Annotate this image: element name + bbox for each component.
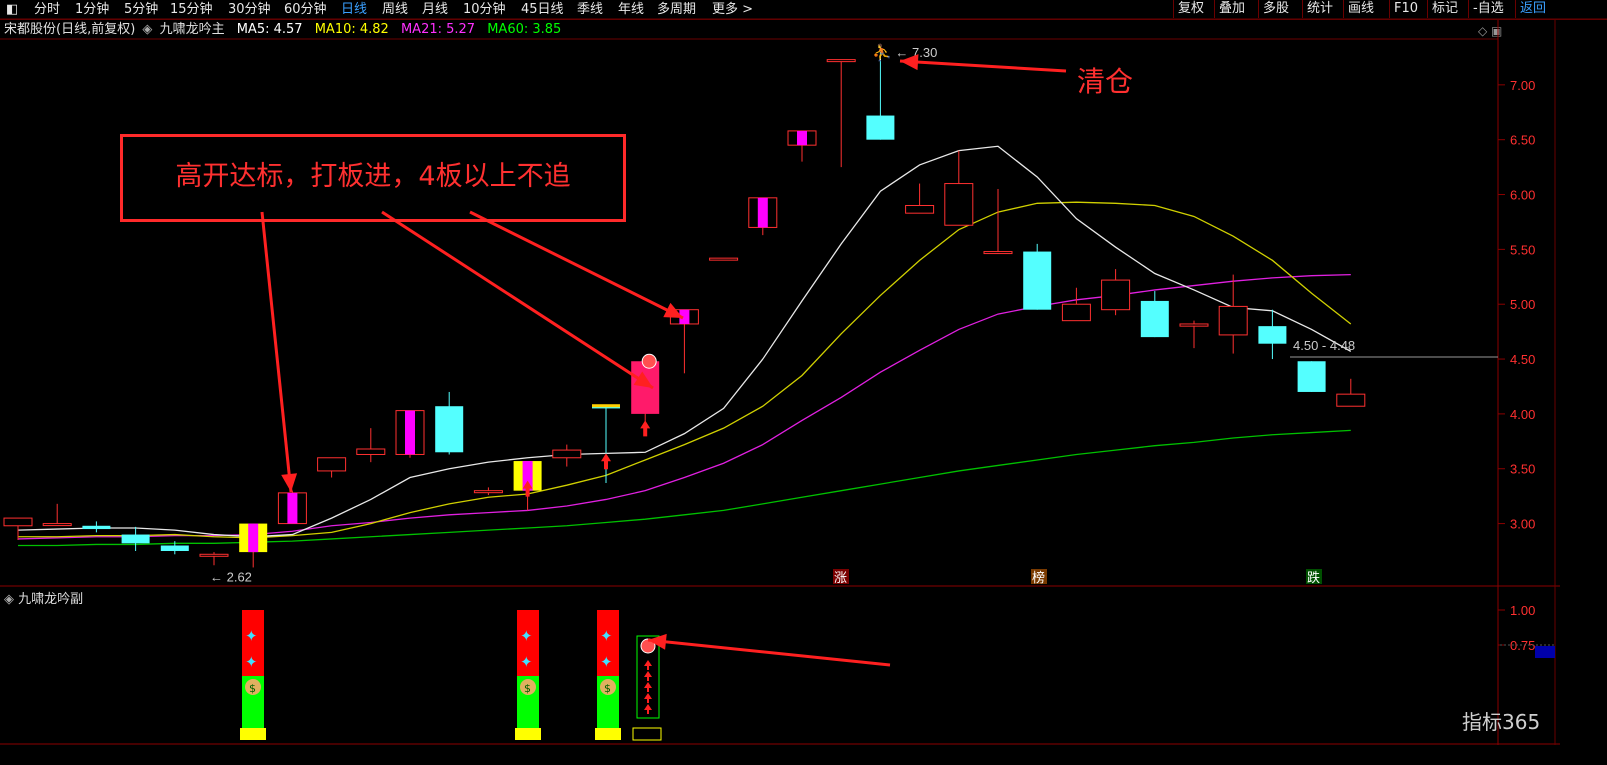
sub-bar-base [515,728,541,740]
candle-body [1179,323,1209,327]
watermark: 指标365 [1462,710,1541,734]
candle-body [1140,300,1169,338]
buy-arrow-icon [601,453,611,470]
callout-arrow-3 [469,210,684,320]
sub-blue-block [1535,646,1555,658]
candle-body-core [287,492,298,524]
sub-toggle-icon[interactable]: ◈ [4,592,14,607]
level-marker [592,404,620,408]
butterfly-icon: ✦ [600,653,613,671]
ball-icon [641,353,657,369]
sub-tick-label: 1.00 [1510,603,1535,618]
candle-body [82,525,111,530]
price-tick-label: 7.00 [1510,78,1535,93]
candle-body [435,406,464,453]
buy-arrow-icon [644,682,652,692]
butterfly-icon: ✦ [520,653,533,671]
callout-arrow-1-head [281,473,298,492]
candle-body [1336,393,1366,407]
candle-body [42,523,72,527]
buy-arrow-icon [640,420,651,437]
butterfly-icon: ✦ [600,627,613,645]
butterfly-icon: ✦ [245,627,258,645]
candle-body-core [797,130,807,146]
money-bag-symbol: $ [604,682,611,695]
price-tick-label: 3.00 [1510,517,1535,532]
clear-arrow [899,59,1067,73]
sub-bar-base [240,728,266,740]
marker-die: 跌 [1307,570,1320,586]
callout-arrow-1 [260,211,293,493]
buy-arrow-icon [644,704,652,714]
money-bag-symbol: $ [249,682,256,695]
price-tick-label: 3.50 [1510,462,1535,477]
strategy-callout: 高开达标，打板进，4板以上不追 [120,134,626,222]
candle-body [1218,305,1248,336]
candle-body [631,361,660,414]
candle-body [199,553,229,557]
sub-bar-top [517,610,539,628]
candle-body [3,517,33,527]
candle-body-core [248,523,259,553]
sub-bar-base-outline [632,727,662,741]
ma60-line [18,429,1351,547]
price-tick-label: 6.50 [1510,133,1535,148]
candle-body [826,59,856,63]
candle-body [552,449,582,459]
price-tick-label: 4.00 [1510,407,1535,422]
candle-body [473,490,503,494]
butterfly-icon: ✦ [520,627,533,645]
price-tick-label: 5.00 [1510,297,1535,312]
buy-arrow-icon [644,660,652,670]
price-tick-label: 5.50 [1510,242,1535,257]
sub-arrow [647,638,891,667]
low-price-label: ← 2.62 [210,569,252,584]
sub-bar-base [595,728,621,740]
candle-body [944,183,974,226]
price-tick-label: 4.50 [1510,352,1535,367]
candle-body-core [757,197,768,228]
marker-zhang: 涨 [834,571,847,586]
candle-body [1101,279,1131,311]
candle-body [866,115,895,140]
candle-body [709,257,739,261]
money-bag-symbol: $ [524,682,531,695]
price-tick-label: 6.00 [1510,188,1535,203]
candle-body-core [405,410,415,455]
candle-body [1258,326,1287,344]
butterfly-icon: ✦ [245,653,258,671]
runner-icon: ⛹ [872,43,892,62]
candle-body [1297,361,1326,392]
sub-indicator-title[interactable]: ◈ 九啸龙吟副 [4,588,83,607]
sub-bar-top [242,610,264,628]
candle-body [160,545,189,551]
sub-indicator-name: 九啸龙吟副 [18,592,84,607]
candle-body [317,457,347,472]
kline-chart[interactable]: 7.00 6.50 6.00 5.50 5.00 4.50 4.00 3.50 3.00 1.00… [0,0,1607,765]
candle-body [356,448,386,455]
callout-arrow-2 [381,210,654,390]
clear-position-label: 清仓 [1077,65,1134,98]
price-range-label: 4.50 - 4.48 [1293,338,1355,353]
candle-body [1023,251,1052,310]
candle-body [905,204,935,214]
sub-bar-top [597,610,619,628]
candle-body [983,251,1013,255]
marker-bang: 榜 [1032,570,1045,586]
candle-body [1061,303,1091,322]
candle-body [121,534,150,544]
buy-arrow-icon [644,671,652,681]
buy-arrow-icon [644,693,652,703]
